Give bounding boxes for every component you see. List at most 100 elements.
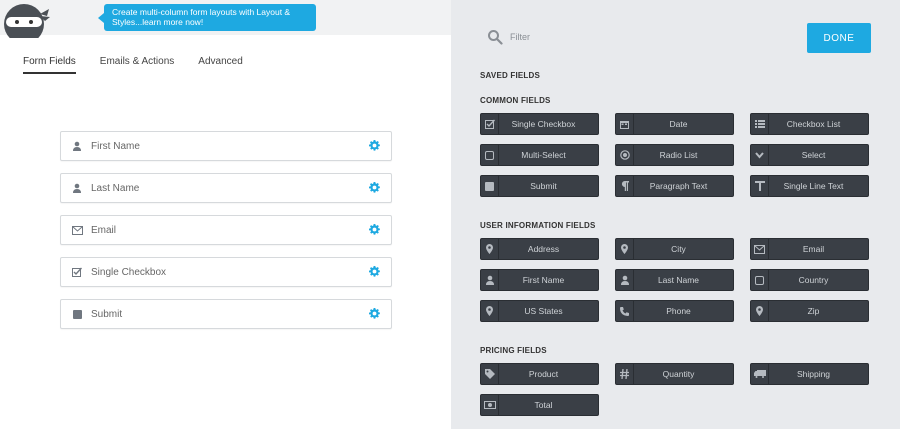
add-field-button[interactable]: Single Checkbox (480, 113, 599, 135)
add-field-label: Total (534, 400, 553, 410)
gear-icon[interactable] (369, 224, 381, 236)
add-fields-panel: Filter DONE SAVED FIELDS COMMON FIELDS U… (451, 0, 900, 429)
add-field-button[interactable]: Single Line Text (750, 175, 869, 197)
add-field-label: Shipping (796, 369, 831, 379)
radio-icon (616, 145, 634, 165)
add-field-label: Paragraph Text (649, 181, 708, 191)
tab-form-fields[interactable]: Form Fields (23, 56, 76, 74)
form-field-row[interactable]: Email (60, 215, 392, 245)
add-field-label: Address (527, 244, 560, 254)
add-field-label: Email (802, 244, 825, 254)
form-field-label: Single Checkbox (91, 266, 167, 278)
saved-fields-heading: SAVED FIELDS (480, 71, 541, 80)
layout-styles-tip[interactable]: Create multi-column form layouts with La… (98, 4, 316, 31)
add-field-label: Last Name (657, 275, 700, 285)
add-field-button[interactable]: Quantity (615, 363, 734, 385)
tab-emails-actions[interactable]: Emails & Actions (100, 56, 174, 74)
tab-bar: Form Fields Emails & Actions Advanced (23, 56, 267, 74)
add-field-label: Radio List (659, 150, 698, 160)
square-outline-icon (481, 145, 499, 165)
form-field-list: First Name Last Name Email Single Checkbox S… (60, 131, 392, 341)
add-field-label: Zip (807, 306, 820, 316)
map-marker-icon (751, 301, 769, 321)
user-icon (71, 182, 83, 194)
add-field-label: Country (798, 275, 829, 285)
add-field-button[interactable]: Checkbox List (750, 113, 869, 135)
add-field-button[interactable]: Product (480, 363, 599, 385)
checkbox-icon (71, 266, 83, 278)
add-field-label: Phone (666, 306, 691, 316)
calendar-icon (616, 114, 634, 134)
gear-icon[interactable] (369, 182, 381, 194)
form-field-row[interactable]: First Name (60, 131, 392, 161)
user-info-heading: USER INFORMATION FIELDS (480, 221, 596, 230)
add-field-button[interactable]: Radio List (615, 144, 734, 166)
add-field-button[interactable]: Total (480, 394, 599, 416)
add-field-label: Select (801, 150, 826, 160)
add-field-button[interactable]: Multi-Select (480, 144, 599, 166)
add-field-label: Date (669, 119, 688, 129)
gear-icon[interactable] (369, 308, 381, 320)
form-field-row[interactable]: Submit (60, 299, 392, 329)
add-field-label: Single Line Text (783, 181, 844, 191)
user-icon (481, 270, 499, 290)
phone-icon (616, 301, 634, 321)
money-icon (481, 395, 499, 415)
map-marker-icon (481, 239, 499, 259)
truck-icon (751, 364, 769, 384)
form-field-label: Last Name (91, 182, 140, 194)
add-field-button[interactable]: Paragraph Text (615, 175, 734, 197)
search-icon (488, 30, 503, 45)
form-field-label: First Name (91, 140, 140, 152)
common-fields-heading: COMMON FIELDS (480, 96, 551, 105)
pricing-heading: PRICING FIELDS (480, 346, 547, 355)
add-field-button[interactable]: City (615, 238, 734, 260)
add-field-button[interactable]: Date (615, 113, 734, 135)
map-marker-icon (616, 239, 634, 259)
paragraph-icon (616, 176, 634, 196)
square-outline-icon (751, 270, 769, 290)
add-field-button[interactable]: Email (750, 238, 869, 260)
filter-bar[interactable]: Filter (487, 29, 530, 45)
hash-icon (616, 364, 634, 384)
envelope-icon (71, 224, 83, 236)
checkbox-icon (481, 114, 499, 134)
text-icon (751, 176, 769, 196)
list-icon (751, 114, 769, 134)
ninja-logo-icon (4, 4, 50, 38)
add-field-button[interactable]: Zip (750, 300, 869, 322)
tab-advanced[interactable]: Advanced (198, 56, 242, 74)
add-field-label: Product (528, 369, 559, 379)
envelope-icon (751, 239, 769, 259)
gear-icon[interactable] (369, 266, 381, 278)
add-field-button[interactable]: Phone (615, 300, 734, 322)
add-field-button[interactable]: Last Name (615, 269, 734, 291)
chevron-down-icon (751, 145, 769, 165)
map-marker-icon (481, 301, 499, 321)
form-field-label: Submit (91, 308, 123, 320)
add-field-button[interactable]: Address (480, 238, 599, 260)
add-field-button[interactable]: First Name (480, 269, 599, 291)
tag-icon (481, 364, 499, 384)
add-field-button[interactable]: Shipping (750, 363, 869, 385)
form-field-label: Email (91, 224, 117, 236)
add-field-label: US States (524, 306, 563, 316)
add-field-label: Single Checkbox (511, 119, 576, 129)
form-field-row[interactable]: Single Checkbox (60, 257, 392, 287)
done-button[interactable]: DONE (807, 23, 871, 53)
add-field-label: Checkbox List (786, 119, 841, 129)
user-icon (71, 140, 83, 152)
add-field-button[interactable]: Country (750, 269, 869, 291)
add-field-label: Quantity (662, 369, 695, 379)
add-field-label: First Name (522, 275, 565, 285)
filter-input[interactable]: Filter (510, 32, 530, 42)
gear-icon[interactable] (369, 140, 381, 152)
add-field-label: Multi-Select (521, 150, 566, 160)
add-field-label: Submit (530, 181, 557, 191)
square-icon (71, 308, 83, 320)
add-field-button[interactable]: Submit (480, 175, 599, 197)
square-icon (481, 176, 499, 196)
form-field-row[interactable]: Last Name (60, 173, 392, 203)
add-field-button[interactable]: US States (480, 300, 599, 322)
add-field-button[interactable]: Select (750, 144, 869, 166)
